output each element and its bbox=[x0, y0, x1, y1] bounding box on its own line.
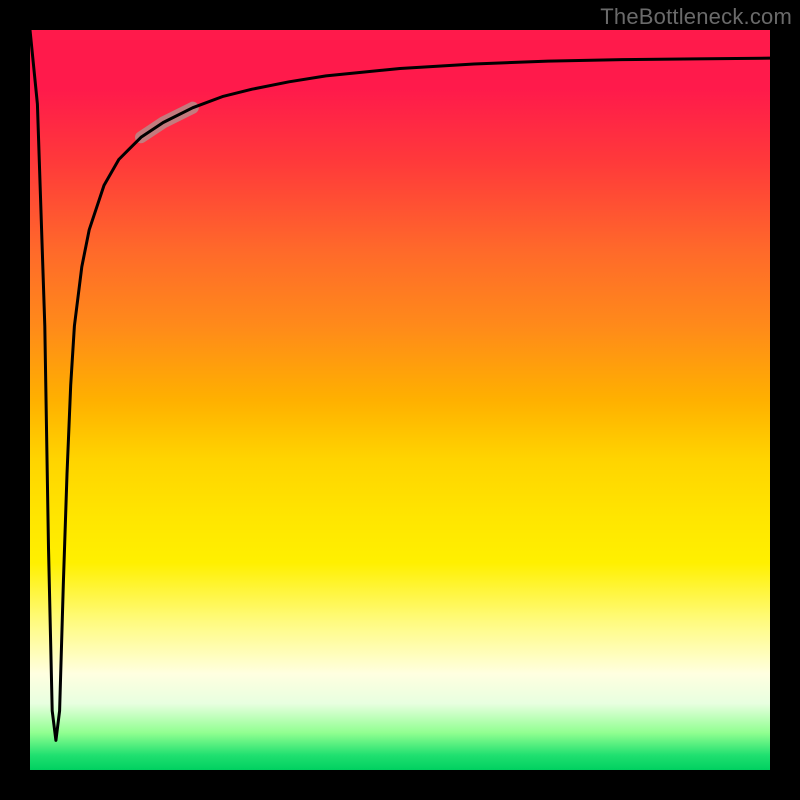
chart-svg bbox=[30, 30, 770, 770]
watermark-text: TheBottleneck.com bbox=[600, 4, 792, 30]
bottleneck-curve bbox=[30, 30, 770, 740]
plot-area bbox=[30, 30, 770, 770]
chart-frame: TheBottleneck.com bbox=[0, 0, 800, 800]
